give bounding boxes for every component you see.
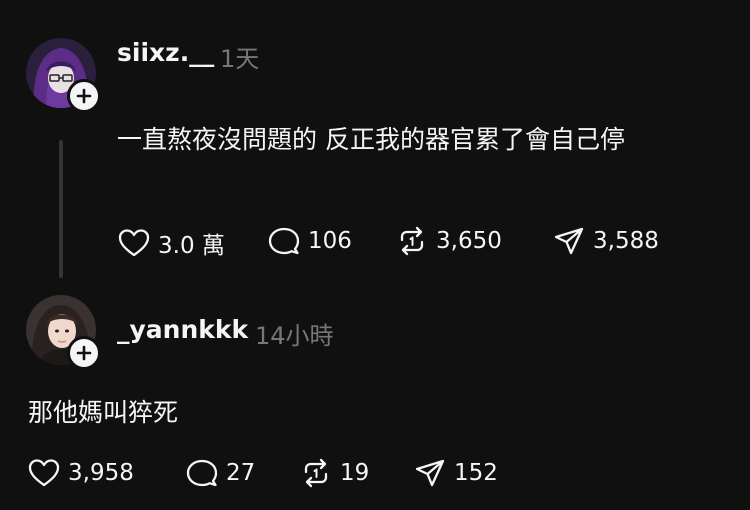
post-text: 那他媽叫猝死: [28, 398, 179, 427]
share-button[interactable]: 152: [414, 458, 498, 488]
post-time: 14小時: [255, 322, 334, 350]
follow-plus-icon[interactable]: [67, 336, 101, 370]
send-icon: [554, 227, 584, 255]
reply-button[interactable]: 27: [186, 458, 255, 488]
comment-bubble-icon: [268, 227, 300, 255]
reply-count: 106: [308, 228, 352, 254]
share-button[interactable]: 3,588: [553, 226, 659, 256]
reply-button[interactable]: 106: [268, 226, 352, 256]
send-icon: [415, 459, 445, 487]
like-count: 3.0 萬: [158, 233, 225, 259]
repost-button[interactable]: 3,650: [396, 226, 502, 256]
comment-bubble-icon: [186, 459, 218, 487]
post-text: 一直熬夜沒問題的 反正我的器官累了會自己停: [117, 125, 625, 154]
like-count: 3,958: [68, 460, 134, 486]
username[interactable]: siixz.__: [117, 38, 214, 67]
like-button[interactable]: 3.0 萬: [118, 226, 225, 260]
share-count: 152: [454, 460, 498, 486]
reply-count: 27: [226, 460, 256, 486]
repost-icon: [304, 458, 328, 488]
like-button[interactable]: 3,958: [28, 458, 134, 488]
heart-icon: [28, 459, 60, 487]
share-count: 3,588: [593, 228, 659, 254]
heart-icon: [118, 229, 150, 257]
username[interactable]: _yannkkk: [117, 315, 248, 344]
repost-icon: [400, 226, 424, 256]
repost-button[interactable]: 19: [300, 458, 369, 488]
follow-plus-icon[interactable]: [67, 79, 101, 113]
repost-count: 19: [340, 460, 370, 486]
thread-line: [59, 140, 63, 278]
repost-count: 3,650: [436, 228, 502, 254]
post-time: 1天: [220, 45, 260, 73]
